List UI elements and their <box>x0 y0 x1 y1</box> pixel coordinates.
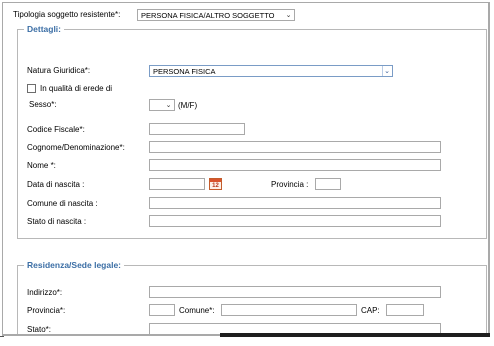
stato-label: Stato*: <box>27 325 52 334</box>
data-nascita-label: Data di nascita : <box>27 180 85 189</box>
provincia-nascita-input[interactable] <box>315 178 341 190</box>
tipologia-label: Tipologia soggetto resistente*: <box>13 10 121 19</box>
cognome-label: Cognome/Denominazione*: <box>27 143 125 152</box>
comune-label: Comune*: <box>179 306 215 315</box>
form-frame: Tipologia soggetto resistente*: PERSONA … <box>2 2 490 336</box>
natura-value: PERSONA FISICA <box>153 66 216 76</box>
natura-label: Natura Giuridica*: <box>27 66 91 75</box>
cap-label: CAP: <box>361 306 380 315</box>
nome-label: Nome *: <box>27 161 56 170</box>
nome-input[interactable] <box>149 159 441 171</box>
calendar-day: 12 <box>212 183 219 189</box>
provincia-label: Provincia*: <box>27 306 66 315</box>
residenza-legend: Residenza/Sede legale: <box>24 260 125 270</box>
scrollbar-edge <box>220 333 490 337</box>
indirizzo-label: Indirizzo*: <box>27 288 63 297</box>
sesso-select[interactable]: ⌄ <box>149 99 175 111</box>
provincia-nascita-label: Provincia : <box>271 180 309 189</box>
erede-label: In qualità di erede di <box>40 84 113 93</box>
cognome-input[interactable] <box>149 141 441 153</box>
natura-select[interactable]: PERSONA FISICA ⌄ <box>149 65 393 77</box>
stato-nascita-label: Stato di nascita : <box>27 217 87 226</box>
chevron-down-icon: ⌄ <box>285 12 292 19</box>
dettagli-legend: Dettagli: <box>24 24 64 34</box>
sesso-hint: (M/F) <box>178 101 198 110</box>
comune-input[interactable] <box>221 304 357 316</box>
cap-input[interactable] <box>386 304 424 316</box>
provincia-input[interactable] <box>149 304 175 316</box>
calendar-icon[interactable]: 12 <box>209 178 222 190</box>
tipologia-value: PERSONA FISICA/ALTRO SOGGETTO <box>141 10 275 20</box>
divider <box>0 336 4 337</box>
data-nascita-input[interactable] <box>149 178 205 190</box>
sesso-label: Sesso*: <box>29 100 57 109</box>
erede-checkbox[interactable] <box>27 84 36 93</box>
stato-nascita-input[interactable] <box>149 215 441 227</box>
tipologia-select[interactable]: PERSONA FISICA/ALTRO SOGGETTO ⌄ <box>137 9 295 21</box>
comune-nascita-input[interactable] <box>149 197 441 209</box>
indirizzo-input[interactable] <box>149 286 441 298</box>
chevron-down-icon: ⌄ <box>382 66 391 76</box>
comune-nascita-label: Comune di nascita : <box>27 199 98 208</box>
codice-fiscale-input[interactable] <box>149 123 245 135</box>
chevron-down-icon: ⌄ <box>165 102 172 109</box>
codice-fiscale-label: Codice Fiscale*: <box>27 125 85 134</box>
